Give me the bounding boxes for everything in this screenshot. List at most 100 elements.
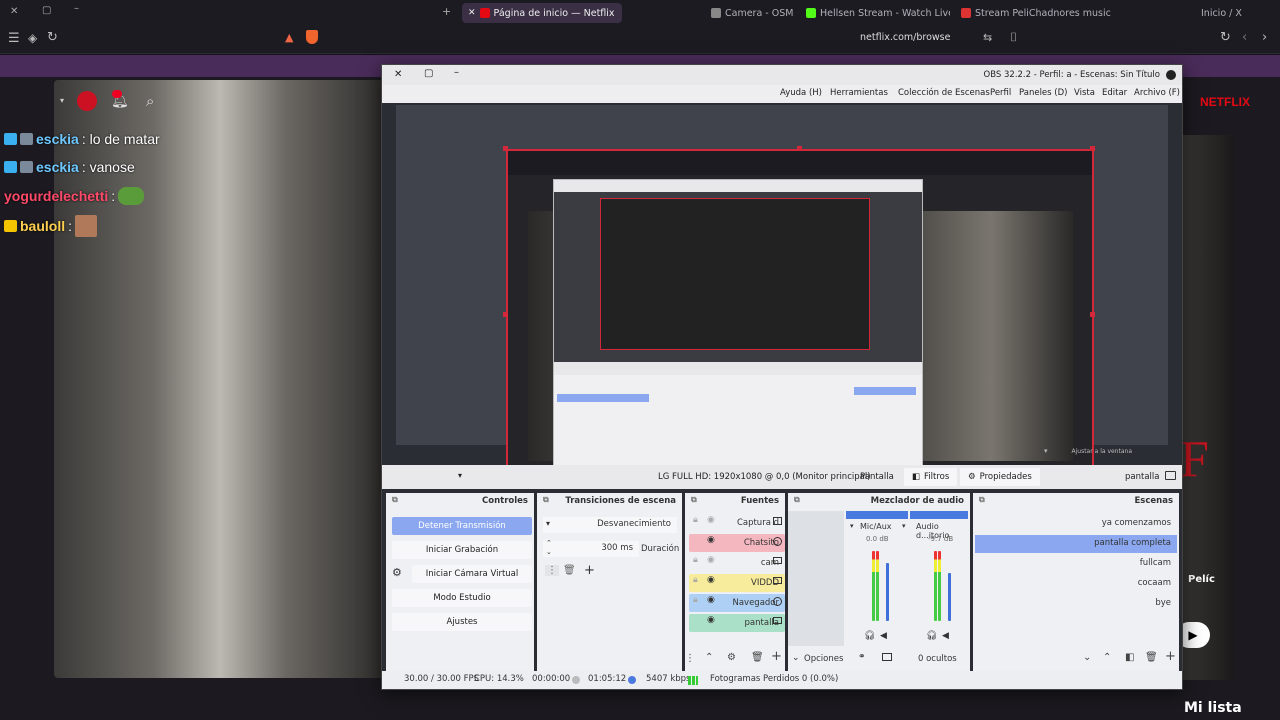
minimize-icon[interactable]: – xyxy=(74,3,79,14)
mi-lista-label[interactable]: Mi lista xyxy=(1184,700,1242,716)
gear-icon[interactable]: ⚙ xyxy=(392,566,402,579)
chevron-up-icon[interactable]: ⌃ xyxy=(705,652,713,663)
chevron-down-icon[interactable]: ▾ xyxy=(1044,447,1048,455)
bookmark-icon[interactable]: ⌷ xyxy=(1010,30,1017,45)
tab-camera[interactable]: Camera - OSM xyxy=(705,3,795,23)
source-item[interactable]: cam xyxy=(689,554,785,572)
visibility-icon[interactable]: ◉ xyxy=(707,595,715,605)
menu-herramientas[interactable]: Herramientas xyxy=(830,88,888,98)
chat-username[interactable]: esckia xyxy=(36,159,79,175)
forward-icon[interactable]: › xyxy=(1262,30,1267,45)
obs-preview[interactable]: Mi lista Ajustar a la ventana ▾ xyxy=(396,105,1168,482)
scene-item[interactable]: bye xyxy=(1155,598,1171,608)
menu-paneles[interactable]: Paneles (D) xyxy=(1019,88,1067,98)
trash-icon[interactable]: 🗑︎ xyxy=(563,565,576,576)
maximize-icon[interactable]: ▢ xyxy=(424,68,433,79)
headphones-icon[interactable]: 🎧︎ xyxy=(864,631,875,641)
source-item[interactable]: Chatsito xyxy=(689,534,785,552)
menu-coleccion[interactable]: Colección de Escenas xyxy=(898,88,990,98)
spinner-arrows-icon[interactable]: ⌃ ⌄ xyxy=(546,539,552,557)
visibility-icon[interactable]: ◉ xyxy=(707,575,715,585)
chevron-down-icon[interactable]: ▾ xyxy=(458,471,462,480)
chevron-up-icon[interactable]: ⌃ xyxy=(1103,652,1111,663)
scene-item[interactable]: fullcam xyxy=(1140,558,1171,568)
menu-vista[interactable]: Vista xyxy=(1074,88,1095,98)
url-field[interactable]: netflix.com/browse xyxy=(860,32,950,43)
scene-item[interactable]: ya comenzamos xyxy=(1102,518,1171,528)
transition-select[interactable]: ▾ Desvanecimiento xyxy=(543,517,677,533)
filters-button[interactable]: ◧ Filtros xyxy=(904,468,958,486)
new-tab-icon[interactable]: + xyxy=(442,5,451,18)
resize-handle[interactable] xyxy=(503,312,508,317)
undock-icon[interactable]: ⧉ xyxy=(979,495,985,505)
source-item[interactable]: Captura d xyxy=(689,514,785,532)
chevron-down-icon[interactable]: ⌄ xyxy=(792,653,800,663)
start-virtual-cam-button[interactable]: Iniciar Cámara Virtual xyxy=(412,565,532,583)
hidden-count[interactable]: 0 ocultos xyxy=(918,654,957,664)
more-icon[interactable]: ⋮ xyxy=(545,565,559,576)
resize-handle[interactable] xyxy=(1090,312,1095,317)
visibility-icon[interactable]: ◉ xyxy=(707,535,715,545)
tune-icon[interactable]: ⇆ xyxy=(983,31,992,44)
undock-icon[interactable]: ⧉ xyxy=(794,495,800,505)
back-icon[interactable]: ‹ xyxy=(1242,30,1247,45)
maximize-icon[interactable]: ▢ xyxy=(42,5,51,16)
shield-icon[interactable]: ◈ xyxy=(28,31,37,45)
mixer-layout-icon[interactable] xyxy=(882,653,892,661)
speaker-icon[interactable]: ◀︎ xyxy=(942,631,949,641)
refresh-icon[interactable]: ↻ xyxy=(1220,30,1231,45)
add-icon[interactable]: + xyxy=(1165,649,1176,664)
link-icon[interactable]: ⚭ xyxy=(858,652,866,662)
filter-icon[interactable]: ◧ xyxy=(1125,652,1134,663)
menu-icon[interactable]: ☰ xyxy=(8,31,20,46)
chat-username[interactable]: bauloll xyxy=(20,218,65,234)
properties-button[interactable]: ⚙ Propiedades xyxy=(960,468,1040,486)
source-item[interactable]: Navegador xyxy=(689,594,785,612)
close-icon[interactable]: ✕ xyxy=(394,69,402,80)
lock-icon[interactable]: 🔒︎ xyxy=(693,595,698,605)
chat-username[interactable]: yogurdelechetti xyxy=(4,188,108,204)
lock-icon[interactable]: 🔒︎ xyxy=(693,515,698,525)
trash-icon[interactable]: 🗑︎ xyxy=(751,652,764,663)
more-icon[interactable]: ⋮ xyxy=(685,653,695,664)
volume-fader[interactable] xyxy=(886,563,889,621)
duration-spinner[interactable]: ⌃ ⌄ 300 ms xyxy=(543,539,639,557)
chevron-down-icon[interactable]: ⌄ xyxy=(1083,652,1091,663)
chevron-down-icon[interactable]: ▾ xyxy=(60,96,64,105)
options-label[interactable]: Opciones xyxy=(804,654,843,664)
tab-netflix[interactable]: ✕ Página de inicio — Netflix xyxy=(462,3,622,23)
visibility-icon[interactable]: ◉ xyxy=(707,615,715,625)
lock-icon[interactable]: 🔒︎ xyxy=(693,575,698,585)
monitor-select[interactable]: LG FULL HD: 1920x1080 @ 0,0 (Monitor pri… xyxy=(650,468,879,486)
preview-capture[interactable]: Mi lista xyxy=(506,149,1094,479)
warning-icon[interactable]: ▲ xyxy=(285,31,293,44)
scene-item[interactable]: cocaam xyxy=(1138,578,1171,588)
settings-button[interactable]: Ajustes xyxy=(392,613,532,631)
close-icon[interactable]: ✕ xyxy=(10,6,18,17)
scene-item[interactable]: pantalla completa xyxy=(1094,538,1171,548)
menu-perfil[interactable]: Perfil xyxy=(990,88,1011,98)
source-item[interactable]: pantalla xyxy=(689,614,785,632)
resize-handle[interactable] xyxy=(1090,146,1095,151)
tab-x[interactable]: Inicio / X xyxy=(1195,3,1275,23)
start-recording-button[interactable]: Iniciar Grabación xyxy=(392,541,532,559)
gear-icon[interactable]: ⚙ xyxy=(727,652,736,663)
menu-editar[interactable]: Editar xyxy=(1102,88,1127,98)
add-icon[interactable]: + xyxy=(584,563,595,578)
close-tab-icon[interactable]: ✕ xyxy=(468,8,476,18)
tab-kick[interactable]: Hellsen Stream - Watch Live on K xyxy=(800,3,950,23)
menu-ayuda[interactable]: Ayuda (H) xyxy=(780,88,822,98)
avatar-icon[interactable] xyxy=(77,91,97,111)
peliculas-label[interactable]: Pelíc xyxy=(1188,574,1215,585)
search-icon[interactable]: ⌕ xyxy=(146,92,154,110)
undock-icon[interactable]: ⧉ xyxy=(392,495,398,505)
add-icon[interactable]: + xyxy=(771,649,782,664)
headphones-icon[interactable]: 🎧︎ xyxy=(926,631,937,641)
volume-fader[interactable] xyxy=(948,573,951,621)
chevron-down-icon[interactable]: ▾ xyxy=(850,522,854,530)
chat-username[interactable]: esckia xyxy=(36,131,79,147)
tab-stream[interactable]: Stream PeliChadnores music | Etc xyxy=(955,3,1115,23)
lock-icon[interactable]: 🔒︎ xyxy=(693,555,698,565)
resize-handle[interactable] xyxy=(797,146,802,151)
undock-icon[interactable]: ⧉ xyxy=(691,495,697,505)
